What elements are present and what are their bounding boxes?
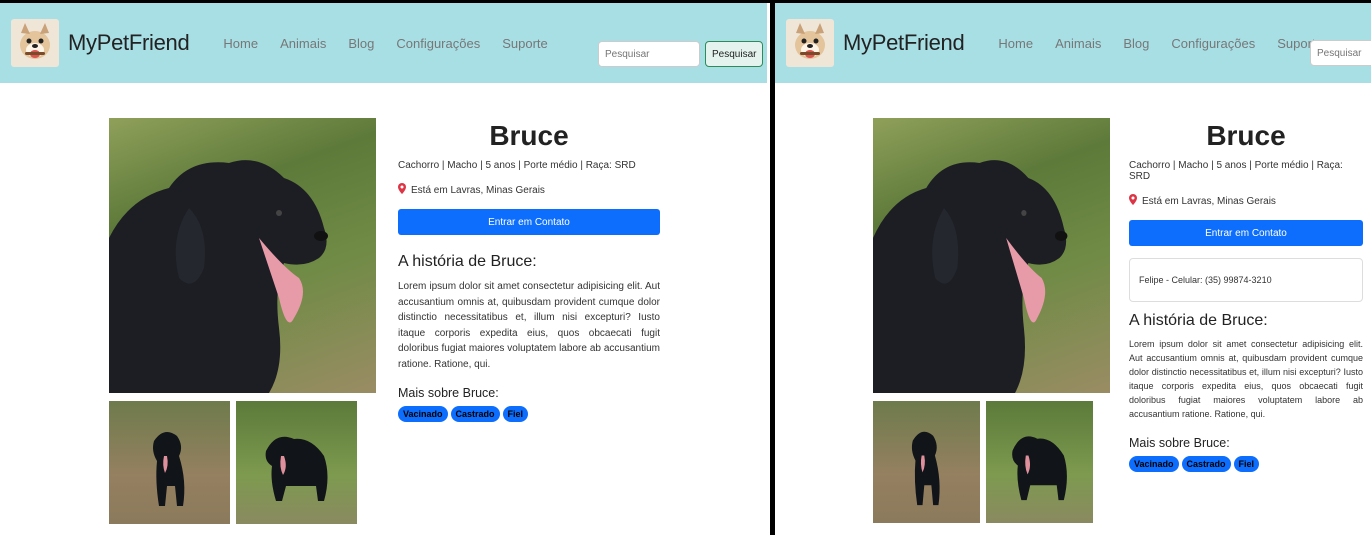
location-pin-icon: [398, 183, 406, 197]
location-pin-icon: [1129, 194, 1137, 208]
pet-logo-icon[interactable]: [8, 16, 62, 70]
contact-info-box: Felipe - Celular: (35) 99874-3210: [1129, 258, 1363, 302]
pet-thumbnail-1[interactable]: [873, 401, 980, 523]
nav-link-home[interactable]: Home: [223, 36, 258, 51]
search-input[interactable]: [598, 41, 700, 67]
search-input[interactable]: [1310, 40, 1371, 66]
tag-vacinado: Vacinado: [398, 406, 448, 422]
pet-location: Está em Lavras, Minas Gerais: [398, 183, 660, 197]
pet-tags: Vacinado Castrado Fiel: [398, 406, 660, 422]
pet-location: Está em Lavras, Minas Gerais: [1129, 194, 1363, 208]
more-title: Mais sobre Bruce:: [398, 386, 499, 400]
nav-links: Home Animais Blog Configurações Suporte: [223, 36, 547, 51]
screenshot-before: MyPetFriend Home Animais Blog Configuraç…: [0, 0, 770, 535]
navbar: MyPetFriend Home Animais Blog Configuraç…: [0, 3, 767, 83]
contact-button[interactable]: Entrar em Contato: [398, 209, 660, 235]
pet-thumbnail-1[interactable]: [109, 401, 230, 524]
nav-link-configuracoes[interactable]: Configurações: [396, 36, 480, 51]
pet-location-text: Está em Lavras, Minas Gerais: [411, 184, 545, 196]
story-text: Lorem ipsum dolor sit amet consectetur a…: [398, 281, 660, 370]
screenshot-after: MyPetFriend Home Animais Blog Configuraç…: [775, 0, 1371, 535]
pet-info: Bruce Cachorro | Macho | 5 anos | Porte …: [1129, 120, 1363, 472]
pet-logo-icon[interactable]: [783, 16, 837, 70]
nav-link-home[interactable]: Home: [998, 36, 1033, 51]
pet-main-photo: [109, 118, 376, 393]
pet-thumbnail-2[interactable]: [986, 401, 1093, 523]
nav-link-configuracoes[interactable]: Configurações: [1171, 36, 1255, 51]
nav-link-blog[interactable]: Blog: [1123, 36, 1149, 51]
brand-name[interactable]: MyPetFriend: [68, 30, 190, 56]
tag-vacinado: Vacinado: [1129, 455, 1179, 472]
pet-tags: Vacinado Castrado Fiel: [1129, 455, 1363, 472]
pet-thumbnail-2[interactable]: [236, 401, 357, 524]
pet-meta: Cachorro | Macho | 5 anos | Porte médio …: [398, 160, 636, 171]
pet-name: Bruce: [489, 120, 569, 151]
search-button[interactable]: Pesquisar: [705, 41, 764, 67]
contact-button[interactable]: Entrar em Contato: [1129, 220, 1363, 246]
story-title: A história de Bruce:: [398, 253, 537, 270]
tag-fiel: Fiel: [1233, 455, 1260, 472]
pet-info: Bruce Cachorro | Macho | 5 anos | Porte …: [398, 120, 660, 422]
story-title: A história de Bruce:: [1129, 312, 1268, 329]
pet-meta: Cachorro | Macho | 5 anos | Porte médio …: [1129, 160, 1343, 182]
nav-link-suporte[interactable]: Suporte: [502, 36, 548, 51]
pet-location-text: Está em Lavras, Minas Gerais: [1142, 195, 1276, 207]
pet-name: Bruce: [1206, 120, 1286, 151]
nav-links: Home Animais Blog Configurações Suporte: [998, 36, 1322, 51]
brand-name[interactable]: MyPetFriend: [843, 30, 965, 56]
tag-castrado: Castrado: [450, 406, 500, 422]
nav-link-blog[interactable]: Blog: [348, 36, 374, 51]
tag-fiel: Fiel: [502, 406, 529, 422]
story-text: Lorem ipsum dolor sit amet consectetur a…: [1129, 339, 1363, 419]
nav-link-animais[interactable]: Animais: [280, 36, 326, 51]
pet-main-photo: [873, 118, 1110, 393]
nav-link-animais[interactable]: Animais: [1055, 36, 1101, 51]
navbar: MyPetFriend Home Animais Blog Configuraç…: [775, 3, 1371, 83]
more-title: Mais sobre Bruce:: [1129, 435, 1230, 450]
tag-castrado: Castrado: [1181, 455, 1231, 472]
